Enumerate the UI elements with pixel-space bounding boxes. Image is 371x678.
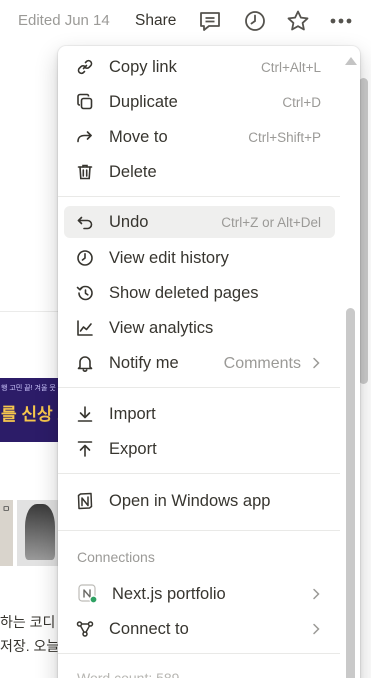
background-thumbnail: ㅁ [0, 500, 13, 566]
menu-divider [58, 653, 340, 654]
import-icon [75, 404, 95, 424]
menu-item-copy-link[interactable]: Copy link Ctrl+Alt+L [64, 51, 335, 83]
notify-me-value: Comments [223, 355, 301, 372]
chevron-right-icon [309, 587, 323, 601]
connection-item-nextjs-portfolio[interactable]: Next.js portfolio [64, 578, 335, 610]
notion-icon [75, 491, 95, 511]
connect-icon [75, 619, 95, 639]
edited-timestamp: Edited Jun 14 [18, 12, 110, 29]
menu-item-export[interactable]: Export [64, 433, 335, 465]
menu-divider [58, 473, 340, 474]
page-divider [0, 311, 60, 312]
menu-item-notify-me[interactable]: Notify me Comments [64, 347, 335, 379]
export-icon [75, 439, 95, 459]
clock-icon [75, 248, 95, 268]
top-bar: Edited Jun 14 Share [0, 0, 371, 44]
move-arrow-icon [75, 127, 95, 147]
page-scrollbar[interactable] [359, 78, 368, 384]
menu-item-view-analytics[interactable]: View analytics [64, 312, 335, 344]
comments-icon[interactable] [197, 8, 223, 34]
background-text-line: 하는 코디 [0, 614, 56, 630]
analytics-icon [75, 318, 95, 338]
menu-scrollbar[interactable] [340, 46, 360, 678]
menu-item-show-deleted-pages[interactable]: Show deleted pages [64, 277, 335, 309]
menu-divider [58, 387, 340, 388]
menu-item-move-to[interactable]: Move to Ctrl+Shift+P [64, 121, 335, 153]
menu-item-open-in-windows-app[interactable]: Open in Windows app [64, 485, 335, 517]
menu-item-delete[interactable]: Delete [64, 156, 335, 188]
menu-item-import[interactable]: Import [64, 398, 335, 430]
chevron-right-icon [309, 622, 323, 636]
background-photo [17, 500, 60, 566]
background-text-line: 저장. 오늘 [0, 638, 60, 654]
duplicate-icon [75, 92, 95, 112]
history-clock-icon[interactable] [242, 8, 268, 34]
background-banner-image: 행 고민 끝! 겨울 뭇 를 신상 프 [0, 378, 60, 442]
undo-icon [75, 212, 95, 232]
word-count: Word count: 589 [77, 670, 180, 678]
menu-divider [58, 196, 340, 197]
notion-connection-icon [78, 584, 98, 604]
trash-icon [75, 162, 95, 182]
menu-item-duplicate[interactable]: Duplicate Ctrl+D [64, 86, 335, 118]
menu-item-undo[interactable]: Undo Ctrl+Z or Alt+Del [64, 206, 335, 238]
connection-item-connect-to[interactable]: Connect to [64, 613, 335, 645]
page-options-menu: Copy link Ctrl+Alt+L Duplicate Ctrl+D Mo… [58, 46, 360, 678]
share-button[interactable]: Share [135, 12, 176, 30]
connections-section-title: Connections [77, 549, 155, 565]
restore-icon [75, 283, 95, 303]
more-options-icon[interactable] [328, 8, 354, 34]
link-icon [75, 57, 95, 77]
menu-divider [58, 530, 340, 531]
menu-item-view-edit-history[interactable]: View edit history [64, 242, 335, 274]
menu-scrollbar-thumb[interactable] [346, 308, 355, 678]
favorite-star-icon[interactable] [285, 8, 311, 34]
scroll-up-arrow-icon[interactable] [345, 57, 357, 65]
chevron-right-icon [309, 356, 323, 370]
bell-icon [75, 353, 95, 373]
